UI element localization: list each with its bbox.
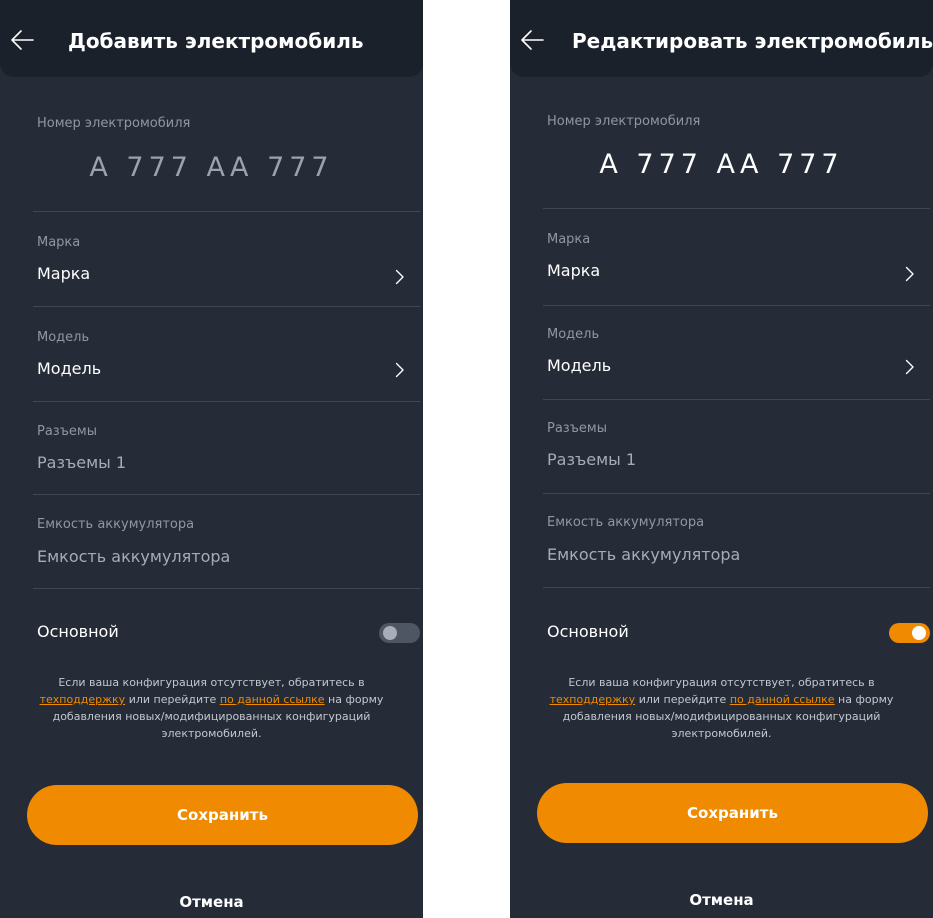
divider xyxy=(543,399,930,400)
info-text-part: Если ваша конфигурация отсутствует, обра… xyxy=(58,676,365,689)
page-title: Редактировать электромобиль xyxy=(572,29,933,53)
model-select[interactable]: Модель xyxy=(547,356,611,375)
header: Добавить электромобиль xyxy=(0,0,423,77)
connectors-label: Разъемы xyxy=(547,421,607,436)
brand-select[interactable]: Марка xyxy=(37,264,90,283)
arrow-left-icon[interactable] xyxy=(10,29,34,51)
connectors-field[interactable]: Разъемы 1 xyxy=(547,450,636,469)
arrow-left-icon[interactable] xyxy=(520,29,544,51)
divider xyxy=(543,305,930,306)
plate-label: Номер электромобиля xyxy=(547,114,701,129)
add-vehicle-screen: Добавить электромобиль Номер электромоби… xyxy=(0,0,423,918)
brand-select[interactable]: Марка xyxy=(547,261,600,280)
battery-label: Емкость аккумулятора xyxy=(37,517,195,532)
connectors-label: Разъемы xyxy=(37,424,97,439)
info-text: Если ваша конфигурация отсутствует, обра… xyxy=(25,674,398,742)
divider xyxy=(33,211,420,212)
main-vehicle-label: Основной xyxy=(37,622,119,641)
model-select[interactable]: Модель xyxy=(37,359,101,378)
edit-vehicle-screen: Редактировать электромобиль Номер электр… xyxy=(510,0,933,918)
battery-capacity-input[interactable]: Емкость аккумулятора xyxy=(547,545,740,564)
cancel-button[interactable]: Отмена xyxy=(0,893,423,911)
info-text: Если ваша конфигурация отсутствует, обра… xyxy=(535,674,908,742)
model-label: Модель xyxy=(547,327,600,342)
info-text-part: или перейдите xyxy=(125,693,220,706)
divider xyxy=(543,587,930,588)
chevron-right-icon[interactable] xyxy=(395,269,405,285)
header: Редактировать электромобиль xyxy=(510,0,933,77)
battery-label: Емкость аккумулятора xyxy=(547,515,705,530)
divider xyxy=(33,494,420,495)
chevron-right-icon[interactable] xyxy=(395,362,405,378)
info-text-part: Если ваша конфигурация отсутствует, обра… xyxy=(568,676,875,689)
brand-label: Марка xyxy=(37,235,81,250)
info-text-part: или перейдите xyxy=(635,693,730,706)
cancel-button[interactable]: Отмена xyxy=(510,891,933,909)
chevron-right-icon[interactable] xyxy=(905,266,915,282)
main-vehicle-label: Основной xyxy=(547,622,629,641)
plate-number-input[interactable]: А 777 АА 777 xyxy=(0,152,423,183)
toggle-knob xyxy=(383,626,397,640)
divider xyxy=(33,588,420,589)
main-vehicle-toggle[interactable] xyxy=(379,623,420,643)
save-button[interactable]: Сохранить xyxy=(537,783,928,843)
page-title: Добавить электромобиль xyxy=(68,29,364,53)
config-form-link[interactable]: по данной ссылке xyxy=(730,693,835,706)
plate-label: Номер электромобиля xyxy=(37,116,191,131)
divider xyxy=(33,401,420,402)
toggle-knob xyxy=(912,626,926,640)
support-link[interactable]: техподдержку xyxy=(40,693,126,706)
divider xyxy=(543,493,930,494)
plate-number-input[interactable]: А 777 АА 777 xyxy=(510,149,933,180)
save-button[interactable]: Сохранить xyxy=(27,785,418,845)
brand-label: Марка xyxy=(547,232,591,247)
connectors-field[interactable]: Разъемы 1 xyxy=(37,453,126,472)
config-form-link[interactable]: по данной ссылке xyxy=(220,693,325,706)
chevron-right-icon[interactable] xyxy=(905,359,915,375)
model-label: Модель xyxy=(37,330,90,345)
divider xyxy=(543,208,930,209)
main-vehicle-toggle[interactable] xyxy=(889,623,930,643)
divider xyxy=(33,306,420,307)
battery-capacity-input[interactable]: Емкость аккумулятора xyxy=(37,547,230,566)
support-link[interactable]: техподдержку xyxy=(550,693,636,706)
